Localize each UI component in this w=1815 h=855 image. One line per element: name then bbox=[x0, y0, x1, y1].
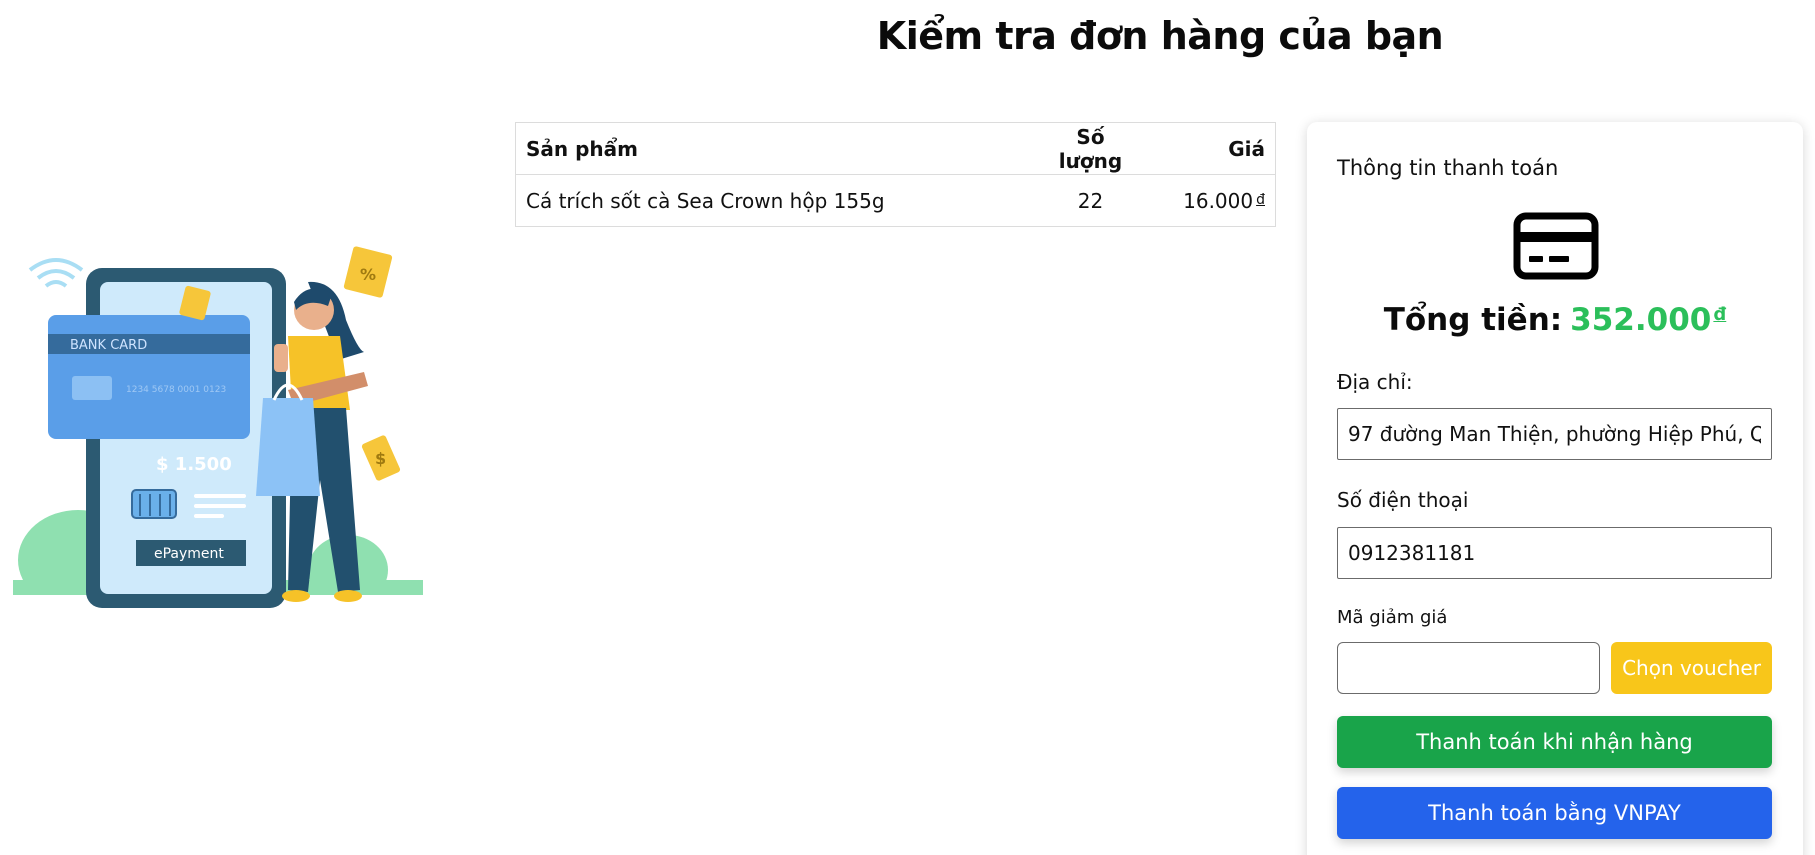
total-label: Tổng tiền: bbox=[1383, 302, 1563, 338]
phone-label: Số điện thoại bbox=[1337, 488, 1469, 512]
total-value: 352.000 bbox=[1570, 302, 1712, 338]
checkout-page: Kiểm tra đơn hàng của bạn BANK CARD 1234… bbox=[0, 0, 1815, 855]
payment-heading: Thông tin thanh toán bbox=[1337, 156, 1559, 180]
order-table: Sản phẩm Số lượng Giá Cá trích sốt cà Se… bbox=[515, 122, 1276, 227]
header-quantity: Số lượng bbox=[1035, 122, 1146, 175]
discount-code-input[interactable] bbox=[1337, 642, 1600, 694]
payment-panel: Thông tin thanh toán Tổng tiền: 352.000 đ … bbox=[1307, 122, 1803, 855]
cash-on-delivery-button[interactable]: Thanh toán khi nhận hàng bbox=[1337, 716, 1772, 768]
cell-product: Cá trích sốt cà Sea Crown hộp 155g bbox=[515, 174, 1036, 227]
credit-card-icon bbox=[1513, 212, 1599, 280]
choose-voucher-button[interactable]: Chọn voucher bbox=[1611, 642, 1772, 694]
vnpay-payment-button[interactable]: Thanh toán bằng VNPAY bbox=[1337, 787, 1772, 839]
table-header-row: Sản phẩm Số lượng Giá bbox=[515, 122, 1276, 175]
price-value: 16.000 bbox=[1183, 188, 1254, 213]
discount-label: Mã giảm giá bbox=[1337, 607, 1448, 628]
cell-quantity: 22 bbox=[1035, 174, 1146, 227]
header-product: Sản phẩm bbox=[515, 122, 1036, 175]
dollar-tag: $ bbox=[375, 449, 386, 468]
price-currency: đ bbox=[1256, 191, 1265, 208]
payment-illustration: BANK CARD 1234 5678 0001 0123 $ 1.500 eP… bbox=[8, 240, 428, 640]
address-label: Địa chỉ: bbox=[1337, 370, 1413, 394]
percent-tag: % bbox=[360, 265, 376, 284]
total-currency: đ bbox=[1713, 304, 1727, 325]
table-row: Cá trích sốt cà Sea Crown hộp 155g 22 16… bbox=[515, 174, 1276, 227]
address-input[interactable] bbox=[1337, 408, 1772, 460]
epayment-label: ePayment bbox=[154, 546, 224, 562]
amount-text: $ 1.500 bbox=[156, 454, 232, 475]
header-price: Giá bbox=[1145, 122, 1276, 175]
bank-card-label: BANK CARD bbox=[70, 338, 147, 353]
page-title: Kiểm tra đơn hàng của bạn bbox=[876, 14, 1444, 58]
total-row: Tổng tiền: 352.000 đ bbox=[1307, 302, 1803, 338]
phone-input[interactable] bbox=[1337, 527, 1772, 579]
cell-price: 16.000 đ bbox=[1145, 174, 1276, 227]
card-number: 1234 5678 0001 0123 bbox=[126, 385, 226, 395]
